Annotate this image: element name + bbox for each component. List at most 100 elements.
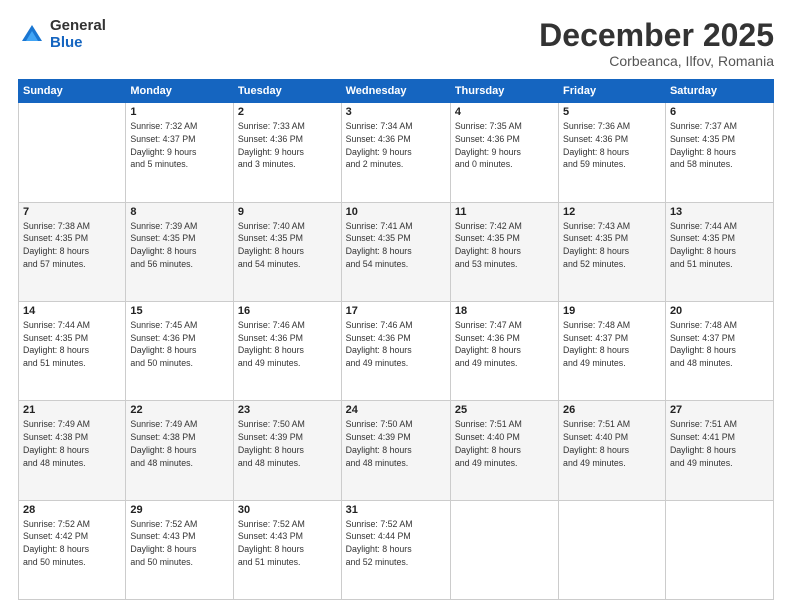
day-info: Sunrise: 7:51 AM Sunset: 4:40 PM Dayligh… xyxy=(563,418,661,469)
calendar-cell: 24Sunrise: 7:50 AM Sunset: 4:39 PM Dayli… xyxy=(341,401,450,500)
day-info: Sunrise: 7:46 AM Sunset: 4:36 PM Dayligh… xyxy=(238,319,337,370)
calendar-header-row: SundayMondayTuesdayWednesdayThursdayFrid… xyxy=(19,80,774,103)
day-info: Sunrise: 7:37 AM Sunset: 4:35 PM Dayligh… xyxy=(670,120,769,171)
day-number: 7 xyxy=(23,206,121,218)
calendar-day-header: Saturday xyxy=(665,80,773,103)
day-info: Sunrise: 7:48 AM Sunset: 4:37 PM Dayligh… xyxy=(563,319,661,370)
day-number: 2 xyxy=(238,106,337,118)
day-info: Sunrise: 7:34 AM Sunset: 4:36 PM Dayligh… xyxy=(346,120,446,171)
calendar-week-row: 1 Sunrise: 7:32 AM Sunset: 4:37 PM Daylig… xyxy=(19,103,774,202)
day-number: 30 xyxy=(238,504,337,516)
calendar-cell: 17Sunrise: 7:46 AM Sunset: 4:36 PM Dayli… xyxy=(341,301,450,400)
day-info: Sunrise: 7:39 AM Sunset: 4:35 PM Dayligh… xyxy=(130,220,229,271)
day-info: Sunrise: 7:49 AM Sunset: 4:38 PM Dayligh… xyxy=(130,418,229,469)
header: General Blue December 2025 Corbeanca, Il… xyxy=(18,18,774,69)
day-info: Sunrise: 7:40 AM Sunset: 4:35 PM Dayligh… xyxy=(238,220,337,271)
calendar-cell: 22Sunrise: 7:49 AM Sunset: 4:38 PM Dayli… xyxy=(126,401,234,500)
day-info: Sunrise: 7:32 AM Sunset: 4:37 PM Dayligh… xyxy=(130,120,229,171)
logo-icon xyxy=(18,21,46,49)
calendar-day-header: Monday xyxy=(126,80,234,103)
calendar-cell: 27 Sunrise: 7:51 AM Sunset: 4:41 PM Dayli… xyxy=(665,401,773,500)
calendar-cell: 13 Sunrise: 7:44 AM Sunset: 4:35 PM Dayli… xyxy=(665,202,773,301)
day-number: 4 xyxy=(455,106,554,118)
calendar-week-row: 28Sunrise: 7:52 AM Sunset: 4:42 PM Dayli… xyxy=(19,500,774,599)
day-number: 13 xyxy=(670,206,769,218)
calendar-day-header: Sunday xyxy=(19,80,126,103)
day-number: 27 xyxy=(670,404,769,416)
day-info: Sunrise: 7:52 AM Sunset: 4:44 PM Dayligh… xyxy=(346,518,446,569)
logo-text: General Blue xyxy=(50,18,106,51)
calendar-day-header: Tuesday xyxy=(233,80,341,103)
calendar-cell: 23 Sunrise: 7:50 AM Sunset: 4:39 PM Dayli… xyxy=(233,401,341,500)
calendar-cell: 14 Sunrise: 7:44 AM Sunset: 4:35 PM Dayli… xyxy=(19,301,126,400)
day-number: 9 xyxy=(238,206,337,218)
day-info: Sunrise: 7:50 AM Sunset: 4:39 PM Dayligh… xyxy=(238,418,337,469)
calendar-cell: 4Sunrise: 7:35 AM Sunset: 4:36 PM Daylig… xyxy=(450,103,558,202)
day-number: 10 xyxy=(346,206,446,218)
calendar-cell: 28Sunrise: 7:52 AM Sunset: 4:42 PM Dayli… xyxy=(19,500,126,599)
subtitle: Corbeanca, Ilfov, Romania xyxy=(539,53,774,69)
calendar-cell: 30Sunrise: 7:52 AM Sunset: 4:43 PM Dayli… xyxy=(233,500,341,599)
calendar-cell xyxy=(559,500,666,599)
calendar-cell: 8Sunrise: 7:39 AM Sunset: 4:35 PM Daylig… xyxy=(126,202,234,301)
calendar-cell: 6 Sunrise: 7:37 AM Sunset: 4:35 PM Daylig… xyxy=(665,103,773,202)
day-number: 17 xyxy=(346,305,446,317)
calendar-cell: 11 Sunrise: 7:42 AM Sunset: 4:35 PM Dayli… xyxy=(450,202,558,301)
day-info: Sunrise: 7:42 AM Sunset: 4:35 PM Dayligh… xyxy=(455,220,554,271)
day-number: 12 xyxy=(563,206,661,218)
day-number: 14 xyxy=(23,305,121,317)
calendar-cell xyxy=(19,103,126,202)
day-number: 25 xyxy=(455,404,554,416)
calendar-week-row: 14 Sunrise: 7:44 AM Sunset: 4:35 PM Dayli… xyxy=(19,301,774,400)
day-info: Sunrise: 7:38 AM Sunset: 4:35 PM Dayligh… xyxy=(23,220,121,271)
day-number: 21 xyxy=(23,404,121,416)
day-number: 20 xyxy=(670,305,769,317)
day-info: Sunrise: 7:49 AM Sunset: 4:38 PM Dayligh… xyxy=(23,418,121,469)
day-info: Sunrise: 7:43 AM Sunset: 4:35 PM Dayligh… xyxy=(563,220,661,271)
day-info: Sunrise: 7:50 AM Sunset: 4:39 PM Dayligh… xyxy=(346,418,446,469)
logo-blue: Blue xyxy=(50,35,106,52)
day-info: Sunrise: 7:44 AM Sunset: 4:35 PM Dayligh… xyxy=(670,220,769,271)
calendar-week-row: 21 Sunrise: 7:49 AM Sunset: 4:38 PM Dayli… xyxy=(19,401,774,500)
day-number: 16 xyxy=(238,305,337,317)
day-number: 31 xyxy=(346,504,446,516)
day-info: Sunrise: 7:51 AM Sunset: 4:41 PM Dayligh… xyxy=(670,418,769,469)
calendar-cell: 9 Sunrise: 7:40 AM Sunset: 4:35 PM Daylig… xyxy=(233,202,341,301)
logo: General Blue xyxy=(18,18,106,51)
calendar-cell: 10Sunrise: 7:41 AM Sunset: 4:35 PM Dayli… xyxy=(341,202,450,301)
title-block: December 2025 Corbeanca, Ilfov, Romania xyxy=(539,18,774,69)
day-number: 5 xyxy=(563,106,661,118)
day-info: Sunrise: 7:36 AM Sunset: 4:36 PM Dayligh… xyxy=(563,120,661,171)
calendar-cell: 15Sunrise: 7:45 AM Sunset: 4:36 PM Dayli… xyxy=(126,301,234,400)
calendar-day-header: Thursday xyxy=(450,80,558,103)
logo-general: General xyxy=(50,18,106,35)
day-number: 29 xyxy=(130,504,229,516)
day-info: Sunrise: 7:51 AM Sunset: 4:40 PM Dayligh… xyxy=(455,418,554,469)
day-info: Sunrise: 7:52 AM Sunset: 4:42 PM Dayligh… xyxy=(23,518,121,569)
month-title: December 2025 xyxy=(539,18,774,53)
day-number: 3 xyxy=(346,106,446,118)
calendar-cell: 1 Sunrise: 7:32 AM Sunset: 4:37 PM Daylig… xyxy=(126,103,234,202)
day-number: 1 xyxy=(130,106,229,118)
day-info: Sunrise: 7:33 AM Sunset: 4:36 PM Dayligh… xyxy=(238,120,337,171)
calendar-cell: 31 Sunrise: 7:52 AM Sunset: 4:44 PM Dayli… xyxy=(341,500,450,599)
day-info: Sunrise: 7:44 AM Sunset: 4:35 PM Dayligh… xyxy=(23,319,121,370)
day-number: 23 xyxy=(238,404,337,416)
calendar-cell: 25 Sunrise: 7:51 AM Sunset: 4:40 PM Dayli… xyxy=(450,401,558,500)
calendar-cell: 29Sunrise: 7:52 AM Sunset: 4:43 PM Dayli… xyxy=(126,500,234,599)
calendar-cell: 3 Sunrise: 7:34 AM Sunset: 4:36 PM Daylig… xyxy=(341,103,450,202)
calendar-week-row: 7 Sunrise: 7:38 AM Sunset: 4:35 PM Daylig… xyxy=(19,202,774,301)
calendar-cell: 18Sunrise: 7:47 AM Sunset: 4:36 PM Dayli… xyxy=(450,301,558,400)
calendar-cell xyxy=(665,500,773,599)
calendar-cell: 19Sunrise: 7:48 AM Sunset: 4:37 PM Dayli… xyxy=(559,301,666,400)
day-number: 11 xyxy=(455,206,554,218)
calendar-cell: 5 Sunrise: 7:36 AM Sunset: 4:36 PM Daylig… xyxy=(559,103,666,202)
day-info: Sunrise: 7:47 AM Sunset: 4:36 PM Dayligh… xyxy=(455,319,554,370)
day-info: Sunrise: 7:48 AM Sunset: 4:37 PM Dayligh… xyxy=(670,319,769,370)
calendar-cell: 12 Sunrise: 7:43 AM Sunset: 4:35 PM Dayli… xyxy=(559,202,666,301)
day-number: 6 xyxy=(670,106,769,118)
day-number: 26 xyxy=(563,404,661,416)
day-number: 15 xyxy=(130,305,229,317)
calendar-cell: 2 Sunrise: 7:33 AM Sunset: 4:36 PM Daylig… xyxy=(233,103,341,202)
calendar-cell: 21 Sunrise: 7:49 AM Sunset: 4:38 PM Dayli… xyxy=(19,401,126,500)
